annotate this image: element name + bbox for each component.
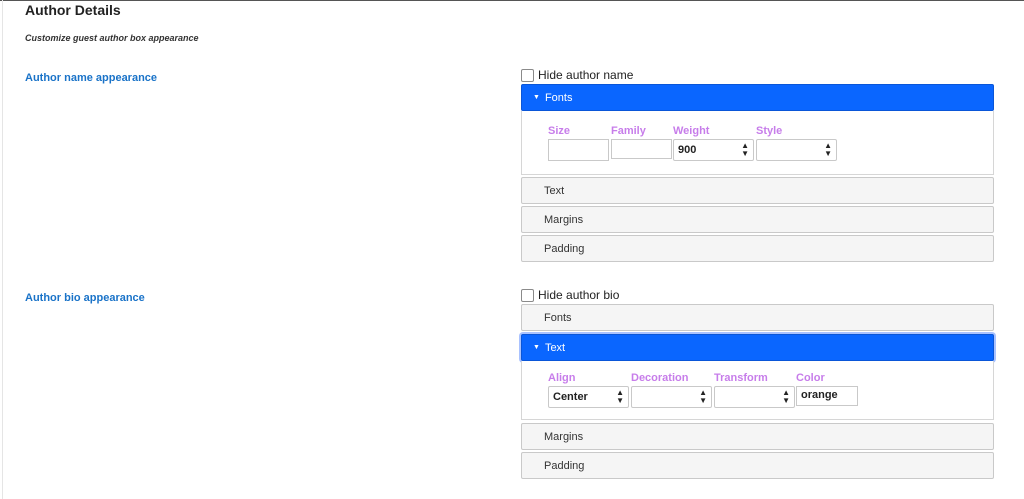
- author-name-padding-header[interactable]: Padding: [521, 235, 994, 262]
- top-border: [0, 0, 1024, 1]
- author-bio-text-body: Align Center ▲ ▼ Decoration ▲ ▼ Transform …: [521, 361, 994, 420]
- updown-arrows-icon: ▲ ▼: [824, 141, 832, 158]
- author-name-text-header[interactable]: Text: [521, 177, 994, 204]
- text-align-label: Align: [548, 372, 576, 384]
- text-decoration-field: Decoration ▲ ▼: [631, 372, 712, 408]
- author-name-padding-label: Padding: [544, 242, 585, 255]
- author-bio-margins-label: Margins: [544, 430, 584, 443]
- left-border: [2, 0, 3, 499]
- text-color-label: Color: [796, 372, 825, 384]
- author-bio-section-label: Author bio appearance: [25, 292, 145, 304]
- author-bio-panel: Hide author bio Fonts ▼ Text Align Cente…: [521, 287, 994, 479]
- author-name-fonts-header[interactable]: ▼ Fonts: [521, 84, 994, 111]
- caret-down-icon: ▼: [533, 344, 540, 351]
- font-style-label: Style: [756, 125, 783, 137]
- text-color-input[interactable]: orange: [796, 386, 858, 406]
- text-align-field: Align Center ▲ ▼: [548, 372, 629, 408]
- hide-author-name-label[interactable]: Hide author name: [538, 68, 633, 82]
- font-size-label: Size: [548, 125, 571, 137]
- author-name-margins-header[interactable]: Margins: [521, 206, 994, 233]
- author-bio-fonts-label: Fonts: [544, 311, 572, 324]
- author-name-margins-label: Margins: [544, 213, 584, 226]
- caret-down-icon: ▼: [533, 94, 540, 101]
- font-weight-field: Weight 900 ▲ ▼: [673, 125, 754, 161]
- author-name-fonts-label: Fonts: [544, 91, 573, 104]
- font-style-select[interactable]: ▲ ▼: [756, 139, 837, 161]
- hide-author-bio-label[interactable]: Hide author bio: [538, 288, 619, 302]
- author-bio-padding-label: Padding: [544, 459, 585, 472]
- page-title: Author Details: [25, 2, 121, 18]
- author-bio-text-header[interactable]: ▼ Text: [521, 334, 994, 361]
- font-size-input[interactable]: [548, 139, 609, 161]
- font-family-label: Family: [611, 125, 646, 137]
- hide-author-name-checkbox[interactable]: [521, 68, 534, 82]
- hide-author-bio-row[interactable]: Hide author bio: [521, 287, 994, 303]
- text-transform-field: Transform ▲ ▼: [714, 372, 795, 408]
- font-size-field: Size: [548, 125, 609, 161]
- font-style-field: Style ▲ ▼: [756, 125, 837, 161]
- text-align-value: Center: [553, 391, 588, 403]
- author-bio-fonts-header[interactable]: Fonts: [521, 304, 994, 331]
- text-color-field: Color orange: [796, 372, 858, 406]
- text-transform-select[interactable]: ▲ ▼: [714, 386, 795, 408]
- updown-arrows-icon: ▲ ▼: [782, 388, 790, 405]
- author-bio-padding-header[interactable]: Padding: [521, 452, 994, 479]
- hide-author-name-row[interactable]: Hide author name: [521, 67, 994, 83]
- author-bio-margins-header[interactable]: Margins: [521, 423, 994, 450]
- updown-arrows-icon: ▲ ▼: [741, 141, 749, 158]
- author-name-fonts-body: Size Family Weight 900 ▲ ▼ Style ▲ ▼: [521, 111, 994, 175]
- font-family-input[interactable]: [611, 139, 672, 159]
- hide-author-bio-checkbox[interactable]: [521, 288, 534, 302]
- text-align-select[interactable]: Center ▲ ▼: [548, 386, 629, 408]
- author-name-section-label: Author name appearance: [25, 72, 158, 84]
- author-bio-text-label: Text: [544, 341, 566, 354]
- font-family-field: Family: [611, 125, 672, 159]
- font-weight-select[interactable]: 900 ▲ ▼: [673, 139, 754, 161]
- page-subtitle: Customize guest author box appearance: [25, 33, 199, 43]
- font-weight-value: 900: [678, 144, 697, 156]
- updown-arrows-icon: ▲ ▼: [616, 388, 624, 405]
- text-transform-label: Transform: [714, 372, 768, 384]
- text-decoration-label: Decoration: [631, 372, 689, 384]
- author-name-text-label: Text: [544, 184, 565, 197]
- text-decoration-select[interactable]: ▲ ▼: [631, 386, 712, 408]
- font-weight-label: Weight: [673, 125, 710, 137]
- author-name-panel: Hide author name ▼ Fonts Size Family Wei…: [521, 67, 994, 262]
- updown-arrows-icon: ▲ ▼: [699, 388, 707, 405]
